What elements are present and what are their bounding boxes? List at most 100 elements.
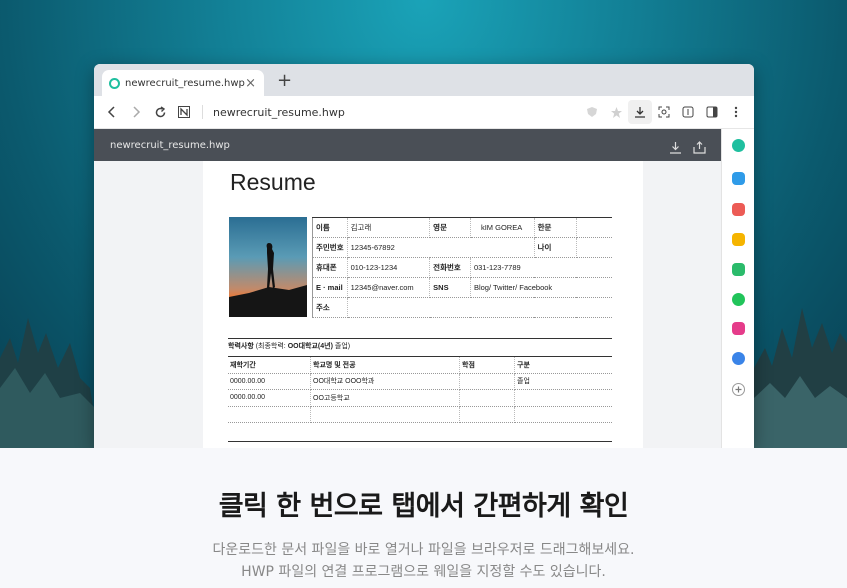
table-cell: 031-123-7789 [470,257,612,278]
table-cell: Blog/ Twitter/ Facebook [470,277,612,298]
education-note-school: OO대학교(4년) [287,343,333,350]
close-icon[interactable]: × [245,76,256,91]
bookmark-star-icon[interactable] [732,233,745,246]
back-icon[interactable] [100,100,124,124]
feature-description: 클릭 한 번으로 탭에서 간편하게 확인 다운로드한 문서 파일을 바로 열거나… [0,448,847,588]
table-cell: 나이 [534,237,577,258]
tab-resume[interactable]: newrecruit_resume.hwp × [102,70,264,96]
table-cell: OO고등학교 [310,389,460,407]
table-cell [459,373,515,390]
table-cell: E · mail [312,277,348,298]
table-cell: 010-123-1234 [347,257,431,278]
tab-bar: newrecruit_resume.hwp × + [94,64,754,96]
calendar-icon[interactable] [732,172,745,185]
table-cell: 0000.00.00 [228,389,311,407]
column-header: 재학기간 [228,356,311,374]
star-icon[interactable] [604,100,628,124]
table-cell [576,237,612,258]
table-header-row: 재학기간 학교명 및 전공 학점 구분 [228,356,612,374]
divider [202,105,203,119]
forward-icon[interactable] [124,100,148,124]
alarm-icon[interactable] [732,293,745,306]
table-row: E · mail 12345@naver.com SNS Blog/ Twitt… [312,277,612,298]
table-row: 주소 [312,297,612,318]
table-row: 0000.00.00 OO고등학교 [228,389,612,407]
profile-photo [229,217,307,317]
table-cell: 영문 [429,217,471,238]
table-cell [459,406,515,423]
section-divider [228,441,612,442]
table-cell: 12345@naver.com [347,277,431,298]
description-line: 다운로드한 문서 파일을 바로 열거나 파일을 브라우저로 드래그해보세요. [212,542,635,558]
print-icon[interactable] [687,135,711,159]
education-title: 학력사항 [228,343,254,350]
resume-document: Resume 이름 김고래 영문 kIM GOREA 한문 주민번호 12345… [203,161,643,448]
personal-info-table: 이름 김고래 영문 kIM GOREA 한문 주민번호 12345-67892 … [312,217,612,318]
table-cell: 12345-67892 [347,237,535,258]
whale-icon [109,77,120,89]
table-cell [576,217,612,238]
hero-background: newrecruit_resume.hwp × + newrecruit_res… [0,0,847,448]
table-cell: 전화번호 [429,257,471,278]
naver-icon[interactable] [172,100,196,124]
add-icon[interactable] [732,383,745,396]
heart-icon[interactable] [732,322,745,335]
table-cell [459,389,515,407]
pocket-icon[interactable] [732,203,745,216]
cloud-icon[interactable] [732,352,745,365]
table-cell [347,297,612,318]
education-table: 재학기간 학교명 및 전공 학점 구분 0000.00.00 OO대학교 OOO… [228,356,612,423]
table-row: 이름 김고래 영문 kIM GOREA 한문 [312,217,612,238]
table-cell [228,406,311,423]
whale-space-icon[interactable] [732,139,745,152]
browser-window: newrecruit_resume.hwp × + newrecruit_res… [94,64,754,448]
table-cell: 휴대폰 [312,257,348,278]
column-header: 학교명 및 전공 [310,356,460,374]
hwp-viewer: newrecruit_resume.hwp Resume 이름 김고래 영문 k… [94,129,721,448]
table-row: 0000.00.00 OO대학교 OOO학과 졸업 [228,373,612,390]
new-tab-button[interactable]: + [277,70,292,91]
reader-icon[interactable] [676,100,700,124]
viewer-header: newrecruit_resume.hwp [94,129,721,161]
browser-content: newrecruit_resume.hwp Resume 이름 김고래 영문 k… [94,129,754,448]
table-cell: 김고래 [347,217,431,238]
section-divider [228,338,612,339]
translate-icon[interactable] [732,263,745,276]
table-cell: 0000.00.00 [228,373,311,390]
table-row [228,406,612,423]
table-cell: 주민번호 [312,237,348,258]
address-bar[interactable]: newrecruit_resume.hwp [213,106,345,119]
education-note: (최종학력: [255,343,286,350]
download-icon[interactable] [628,100,652,124]
more-menu-icon[interactable] [724,100,748,124]
column-header: 구분 [514,356,612,374]
table-cell [310,406,460,423]
sidebar-toggle-icon[interactable] [700,100,724,124]
description-line: HWP 파일의 연결 프로그램으로 웨일을 지정할 수도 있습니다. [241,564,606,580]
download-icon[interactable] [663,135,687,159]
browser-toolbar: newrecruit_resume.hwp [94,96,754,129]
table-cell: 이름 [312,217,348,238]
side-panel [721,129,754,448]
table-row: 휴대폰 010-123-1234 전화번호 031-123-7789 [312,257,612,278]
table-cell [514,406,612,423]
table-cell [514,389,612,407]
table-cell: kIM GOREA [470,217,535,238]
education-note-end: 졸업) [334,343,351,350]
column-header: 학점 [459,356,515,374]
table-cell: OO대학교 OOO학과 [310,373,460,390]
table-cell: 한문 [534,217,577,238]
shield-icon[interactable] [580,100,604,124]
toolbar-actions [580,100,748,124]
tab-title: newrecruit_resume.hwp [125,77,245,89]
reload-icon[interactable] [148,100,172,124]
headline: 클릭 한 번으로 탭에서 간편하게 확인 [218,491,629,522]
viewer-file-name: newrecruit_resume.hwp [110,139,230,151]
table-row: 주민번호 12345-67892 나이 [312,237,612,258]
education-heading: 학력사항 (최종학력: OO대학교(4년) 졸업) [228,341,350,351]
capture-icon[interactable] [652,100,676,124]
table-cell: 주소 [312,297,348,318]
resume-title: Resume [230,169,316,195]
viewer-actions [663,135,711,159]
table-cell: 졸업 [514,373,612,390]
